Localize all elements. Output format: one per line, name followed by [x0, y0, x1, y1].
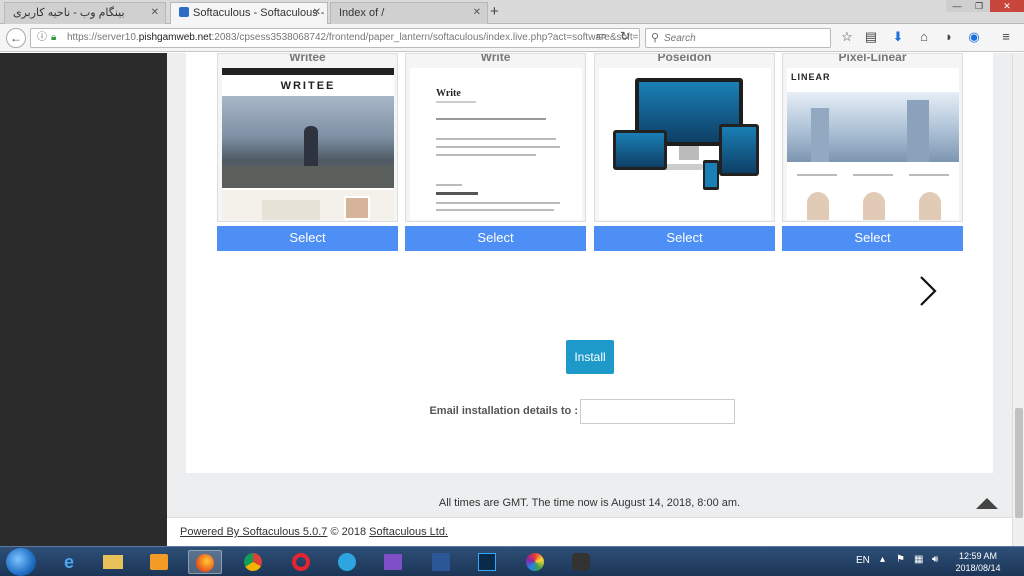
system-clock[interactable]: 12:59 AM 2018/08/14 — [948, 550, 1008, 574]
file-explorer-icon[interactable] — [96, 550, 130, 574]
scrollbar-thumb[interactable] — [1015, 408, 1023, 518]
media-player-icon[interactable] — [142, 550, 176, 574]
footer-text: Powered By Softaculous 5.0.7 © 2018 Soft… — [180, 526, 448, 538]
network-icon[interactable]: ▦ — [914, 554, 923, 565]
window-maximize-button[interactable]: ❐ — [968, 0, 990, 12]
tab-softaculous[interactable]: Softaculous - Softaculous - W ✕ — [170, 2, 328, 25]
time-notice: All times are GMT. The time now is Augus… — [438, 497, 741, 509]
tray-expand-icon[interactable]: ▴ — [880, 554, 885, 565]
tab-label: Softaculous - Softaculous - W — [193, 7, 328, 19]
theme-name: Poseidon — [657, 53, 712, 64]
back-arrow-icon[interactable]: ← — [6, 28, 26, 48]
word-icon[interactable] — [424, 550, 458, 574]
firefox-icon[interactable] — [188, 550, 222, 574]
softaculous-favicon-icon — [179, 7, 189, 17]
theme-card-pixel-linear[interactable]: Pixel-Linear LINEAR — [782, 53, 963, 222]
scroll-to-top-icon[interactable] — [976, 497, 998, 509]
volume-icon[interactable]: 🔊︎ — [932, 554, 938, 565]
tab-close-icon[interactable]: ✕ — [313, 3, 321, 23]
tab-close-icon[interactable]: ✕ — [151, 3, 159, 23]
reader-view-icon[interactable]: ▭ — [596, 29, 606, 42]
theme-logo: LINEAR — [791, 72, 831, 82]
theme-name: Writee — [289, 53, 326, 64]
theme-preview-image: WRITEE — [222, 68, 394, 220]
home-icon[interactable]: ⌂ — [915, 28, 933, 46]
url-prefix: https://server10. — [67, 32, 139, 43]
colorful-app-icon[interactable] — [518, 550, 552, 574]
theme-card-poseidon[interactable]: Poseidon — [594, 53, 775, 222]
softaculous-ltd-link[interactable]: Softaculous Ltd. — [369, 526, 448, 538]
tab-label: Index of / — [339, 7, 385, 19]
tab-label: بینگام وب - ناحیه کاربری — [13, 7, 125, 19]
install-button[interactable]: Install — [566, 340, 614, 374]
window-close-button[interactable]: ✕ — [990, 0, 1024, 12]
select-theme-button[interactable]: Select — [594, 226, 775, 251]
select-theme-button[interactable]: Select — [405, 226, 586, 251]
theme-preview-image — [599, 68, 771, 220]
email-label: Email installation details to : — [429, 405, 578, 417]
pocket-icon[interactable]: ◗ — [940, 28, 958, 46]
reading-list-icon[interactable]: ▤ — [862, 28, 880, 46]
telegram-icon[interactable] — [330, 550, 364, 574]
page-scrollbar[interactable] — [1012, 53, 1024, 546]
browser-tab-bar: بینگام وب - ناحیه کاربری ✕ Softaculous -… — [0, 0, 1024, 25]
email-field[interactable] — [580, 399, 735, 424]
opera-icon[interactable] — [284, 550, 318, 574]
windows-taskbar: e EN ▴ ⚑ ▦ 🔊︎ 12:59 AM 2018/08/14 — [0, 546, 1024, 576]
internet-explorer-icon[interactable]: e — [52, 550, 86, 574]
powered-by-link[interactable]: Powered By Softaculous 5.0.7 — [180, 526, 327, 538]
lock-icon: 🔒︎ — [51, 32, 57, 43]
next-page-arrow-icon[interactable] — [913, 274, 943, 308]
url-rest: :2083/cpsess3538068742/frontend/paper_la… — [211, 32, 639, 43]
url-bar[interactable]: ⓘ 🔒︎ https://server10.pishgamweb.net:208… — [30, 28, 640, 48]
page-footer: Powered By Softaculous 5.0.7 © 2018 Soft… — [167, 517, 1012, 546]
theme-name: Write — [480, 53, 511, 64]
clock-date: 2018/08/14 — [955, 563, 1001, 573]
nox-player-icon[interactable] — [564, 550, 598, 574]
theme-name: Pixel-Linear — [838, 53, 907, 64]
tab-pishgamweb[interactable]: بینگام وب - ناحیه کاربری ✕ — [4, 2, 166, 24]
downloads-icon[interactable]: ⬇ — [889, 28, 907, 46]
browser-nav-bar: ← ⓘ 🔒︎ https://server10.pishgamweb.net:2… — [0, 24, 1024, 52]
visual-studio-icon[interactable] — [376, 550, 410, 574]
start-button-icon[interactable] — [6, 548, 36, 576]
copyright-text: © 2018 — [330, 526, 367, 538]
cpanel-sidebar — [0, 53, 167, 546]
search-input[interactable] — [664, 31, 824, 45]
tab-index-of[interactable]: Index of / ✕ — [330, 2, 488, 24]
language-indicator[interactable]: EN — [856, 555, 870, 566]
chrome-icon[interactable] — [236, 550, 270, 574]
select-theme-button[interactable]: Select — [782, 226, 963, 251]
url-host: pishgamweb.net — [138, 32, 212, 43]
select-theme-button[interactable]: Select — [217, 226, 398, 251]
theme-card-write[interactable]: Write Write — [405, 53, 586, 222]
theme-preview-image: LINEAR — [787, 68, 959, 220]
bookmark-star-icon[interactable]: ☆ — [838, 28, 856, 46]
window-minimize-button[interactable]: — — [946, 0, 968, 12]
account-icon[interactable]: ◉ — [965, 28, 983, 46]
search-icon: ⚲ — [651, 32, 660, 44]
theme-preview-image: Write — [410, 68, 582, 220]
search-box[interactable]: ⚲ — [645, 28, 831, 48]
reload-icon[interactable]: ↻ — [620, 29, 630, 43]
photoshop-icon[interactable] — [470, 550, 504, 574]
new-tab-button[interactable]: + — [490, 3, 499, 20]
theme-card-writee[interactable]: Writee WRITEE — [217, 53, 398, 222]
action-center-flag-icon[interactable]: ⚑ — [896, 554, 905, 565]
tab-close-icon[interactable]: ✕ — [473, 3, 481, 23]
theme-logo: Write — [436, 88, 461, 99]
theme-logo: WRITEE — [280, 80, 336, 92]
info-icon[interactable]: ⓘ — [37, 29, 47, 47]
menu-icon[interactable]: ≡ — [997, 28, 1015, 46]
clock-time: 12:59 AM — [958, 551, 998, 561]
